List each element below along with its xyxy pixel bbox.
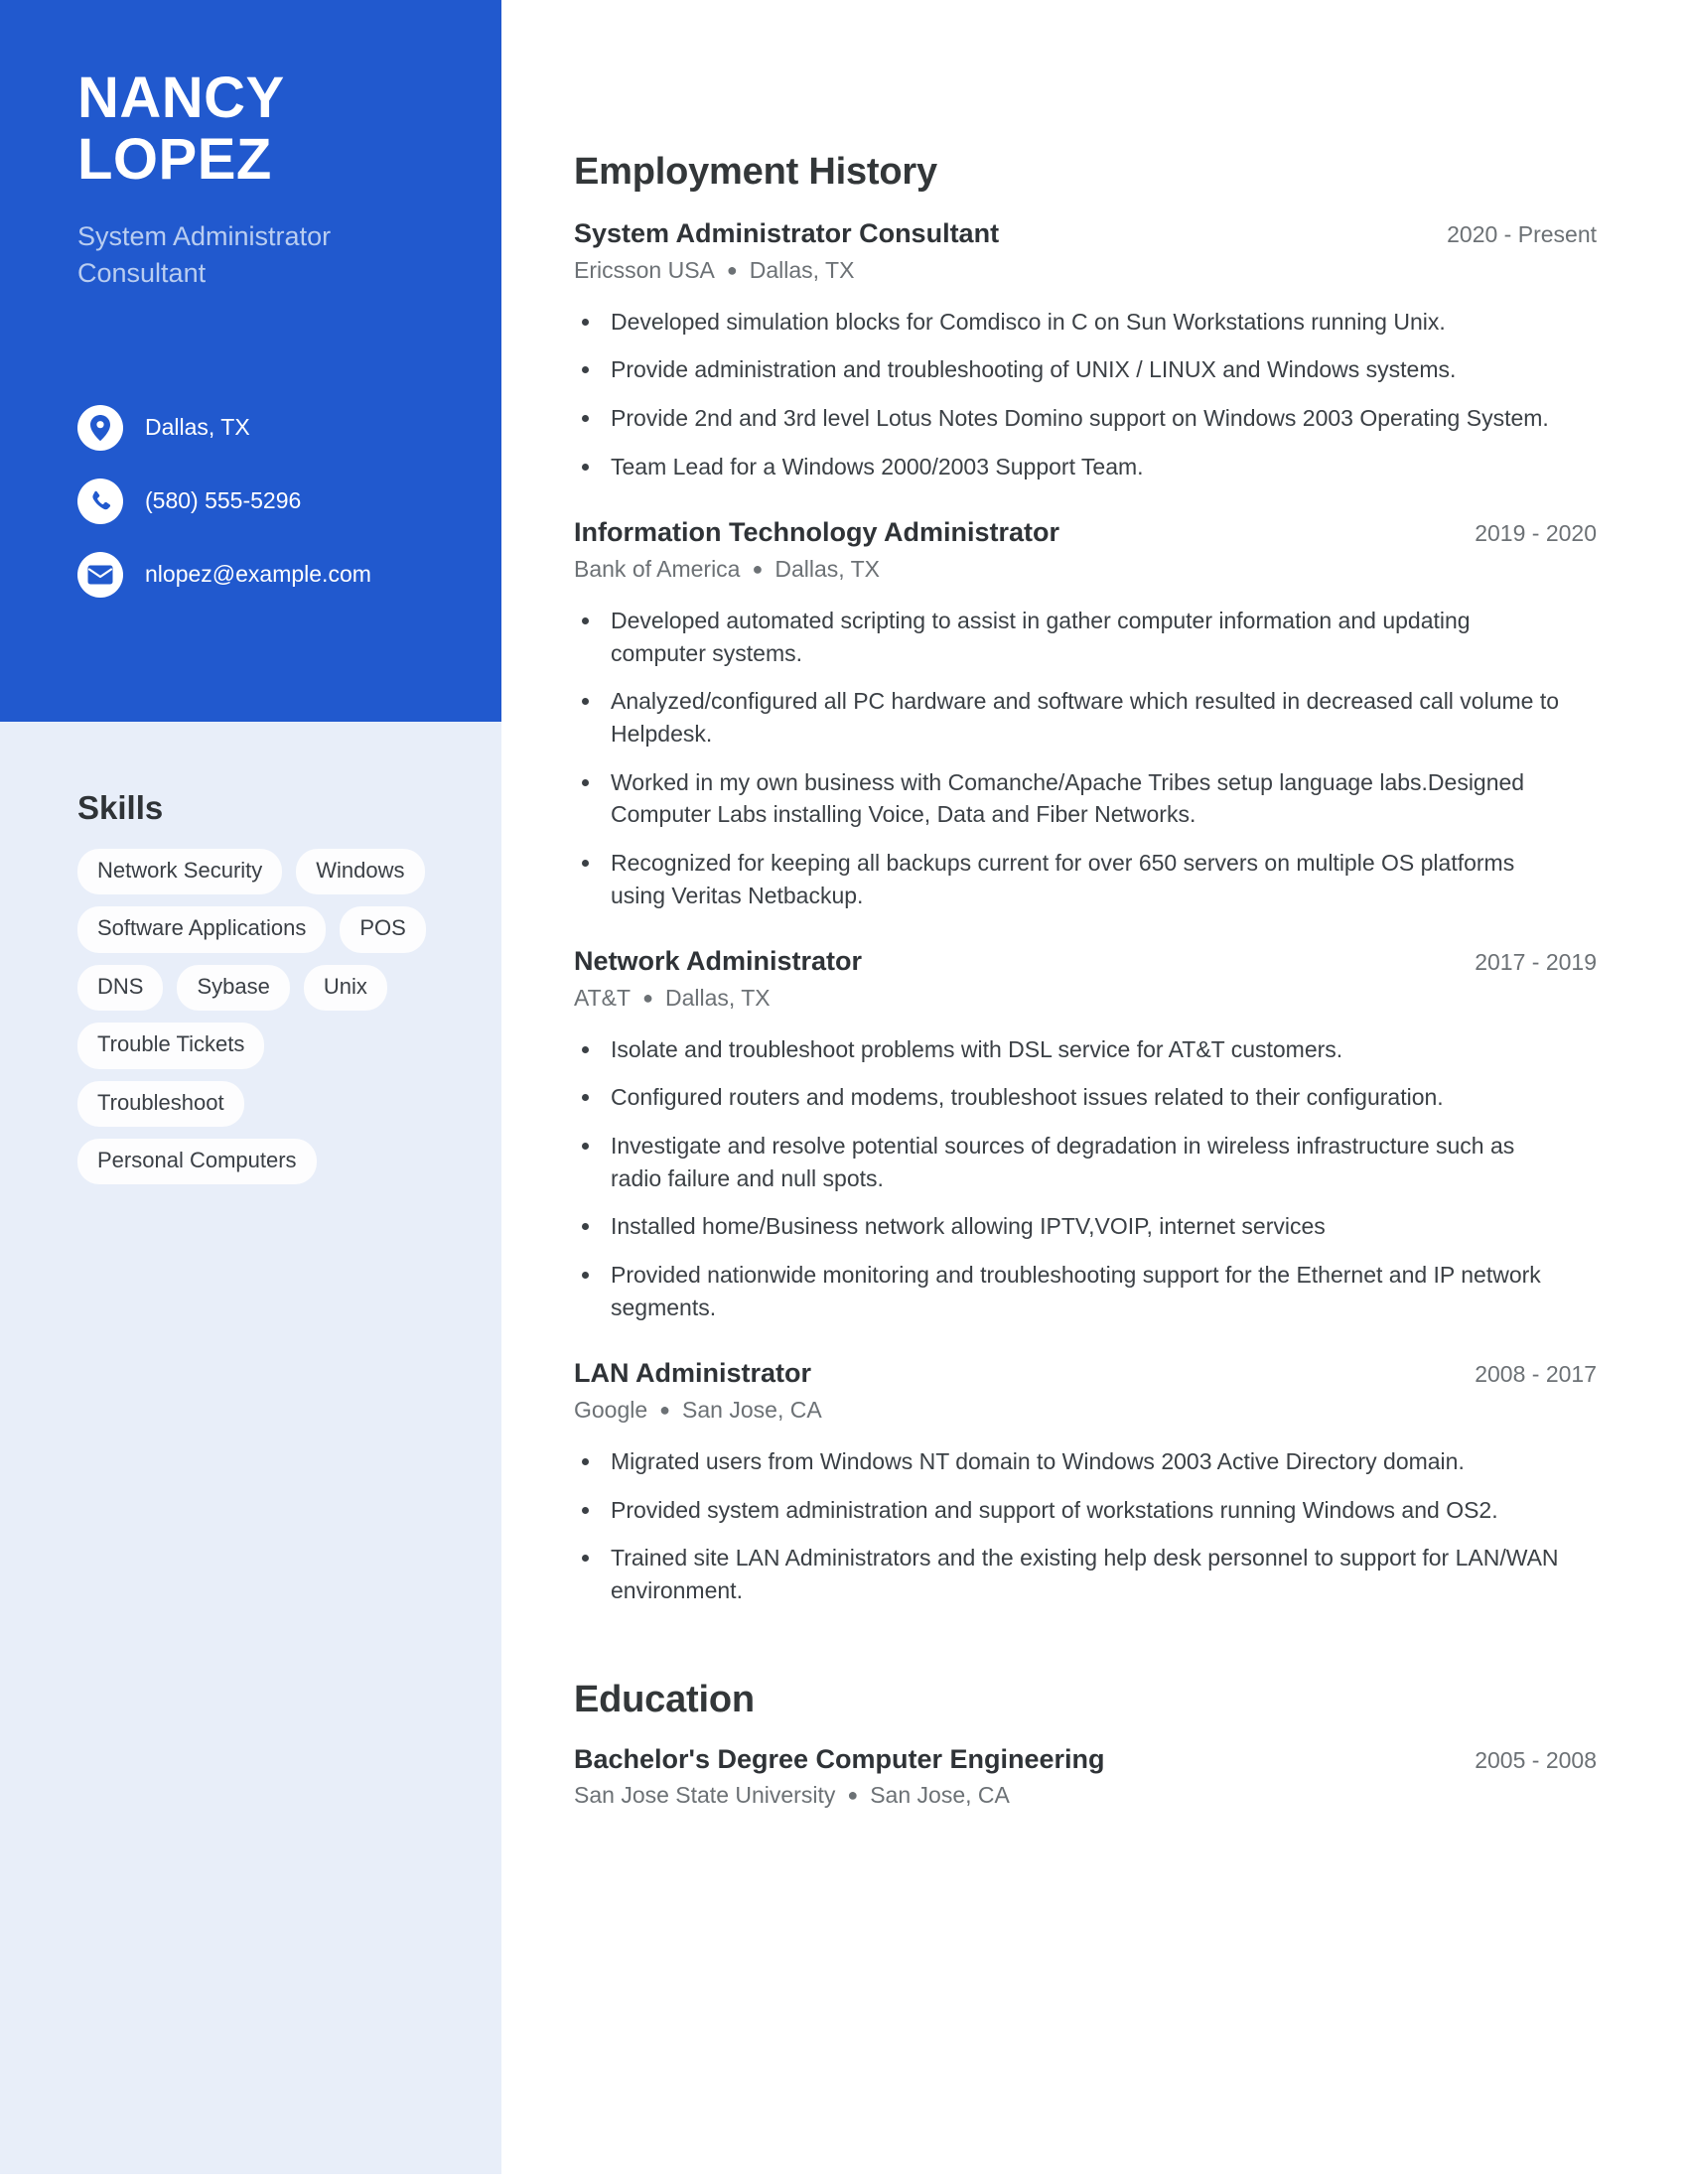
- skill-pill: Unix: [303, 964, 387, 1012]
- entry-bullet: Developed automated scripting to assist …: [574, 605, 1567, 669]
- skill-pill: Software Applications: [77, 906, 327, 953]
- entry-bullet: Developed simulation blocks for Comdisco…: [574, 306, 1567, 339]
- entry-bullet: Worked in my own business with Comanche/…: [574, 766, 1567, 831]
- skill-pill: Windows: [296, 849, 425, 895]
- entry-bullet: Analyzed/configured all PC hardware and …: [574, 685, 1567, 750]
- entry-date-range: 2019 - 2020: [1475, 520, 1597, 547]
- entry-header: LAN Administrator 2008 - 2017: [574, 1357, 1597, 1391]
- contact-list: Dallas, TX (580) 555-5296 nlopez@example…: [77, 405, 475, 625]
- contact-item-phone: (580) 555-5296: [77, 478, 475, 524]
- skill-pill: Network Security: [77, 849, 283, 895]
- education-heading: Education: [574, 1678, 755, 1720]
- entry-bullet: Installed home/Business network allowing…: [574, 1210, 1567, 1243]
- entry-bullet-list: Developed automated scripting to assist …: [574, 605, 1597, 911]
- entry-company: Google: [574, 1397, 648, 1424]
- skills-pill-list: Network Security Windows Software Applicat…: [77, 849, 435, 1185]
- entry-company-location: Ericsson USA ● Dallas, TX: [574, 256, 1597, 286]
- entry-location: Dallas, TX: [774, 556, 881, 583]
- entry-bullet: Configured routers and modems, troublesh…: [574, 1081, 1567, 1114]
- entry-location: San Jose, CA: [682, 1397, 822, 1424]
- entry-bullet-list: Isolate and troubleshoot problems with D…: [574, 1033, 1597, 1324]
- employment-entry-list: System Administrator Consultant 2020 - Pr…: [574, 217, 1597, 1607]
- entry-header: Bachelor's Degree Computer Engineering 20…: [574, 1743, 1597, 1777]
- entry-bullet-list: Migrated users from Windows NT domain to…: [574, 1445, 1597, 1607]
- entry-header: Information Technology Administrator 2019…: [574, 516, 1597, 550]
- main-content: Employment History System Administrator …: [574, 0, 1597, 1817]
- entry-bullet: Recognized for keeping all backups curre…: [574, 847, 1567, 911]
- entry-bullet-list: Developed simulation blocks for Comdisco…: [574, 306, 1597, 483]
- entry-company-location: San Jose State University ● San Jose, CA: [574, 1781, 1597, 1811]
- entry-bullet: Provided system administration and suppo…: [574, 1494, 1567, 1527]
- contact-item-location: Dallas, TX: [77, 405, 475, 451]
- skill-pill: Trouble Tickets: [77, 1023, 265, 1069]
- entry-bullet: Team Lead for a Windows 2000/2003 Suppor…: [574, 451, 1567, 483]
- contact-item-email: nlopez@example.com: [77, 552, 475, 598]
- entry-company: AT&T: [574, 984, 632, 1011]
- entry-location: Dallas, TX: [664, 984, 771, 1011]
- employment-history-heading: Employment History: [574, 151, 937, 193]
- entry-company: Ericsson USA: [574, 256, 715, 283]
- entry-company-location: Bank of America ● Dallas, TX: [574, 555, 1597, 585]
- entry-company-location: Google ● San Jose, CA: [574, 1396, 1597, 1426]
- entry-role-title: Bachelor's Degree Computer Engineering: [574, 1743, 1105, 1774]
- entry-bullet: Migrated users from Windows NT domain to…: [574, 1445, 1567, 1478]
- entry-bullet: Trained site LAN Administrators and the …: [574, 1542, 1567, 1606]
- sidebar: NANCY LOPEZ System Administrator Consult…: [0, 0, 501, 2174]
- candidate-name: NANCY LOPEZ: [77, 66, 446, 193]
- entry-date-range: 2017 - 2019: [1475, 949, 1597, 976]
- entry-role-title: System Administrator Consultant: [574, 218, 1000, 248]
- phone-icon: [77, 478, 123, 524]
- envelope-icon: [77, 552, 123, 598]
- education-entry: Bachelor's Degree Computer Engineering 20…: [574, 1743, 1597, 1812]
- entry-role-title: Information Technology Administrator: [574, 517, 1060, 548]
- separator-dot-icon: ●: [642, 987, 653, 1008]
- contact-location-text: Dallas, TX: [145, 414, 250, 441]
- entry-date-range: 2020 - Present: [1447, 221, 1597, 247]
- entry-bullet: Isolate and troubleshoot problems with D…: [574, 1033, 1567, 1066]
- experience-entry: Network Administrator 2017 - 2019 AT&T ● Dal…: [574, 945, 1597, 1323]
- entry-location: Dallas, TX: [749, 256, 855, 283]
- separator-dot-icon: ●: [752, 559, 764, 580]
- resume-page: NANCY LOPEZ System Administrator Consult…: [0, 0, 1688, 2184]
- entry-header: Network Administrator 2017 - 2019: [574, 945, 1597, 979]
- separator-dot-icon: ●: [659, 1400, 671, 1421]
- skills-section: Skills Network Security Windows Software A…: [77, 789, 435, 1185]
- skill-pill: Troubleshoot: [77, 1080, 244, 1127]
- entry-company-location: AT&T ● Dallas, TX: [574, 984, 1597, 1014]
- entry-location: San Jose, CA: [870, 1782, 1010, 1809]
- experience-entry: Information Technology Administrator 2019…: [574, 516, 1597, 911]
- experience-entry: System Administrator Consultant 2020 - Pr…: [574, 217, 1597, 482]
- candidate-headline: System Administrator Consultant: [77, 221, 332, 288]
- entry-bullet: Provide 2nd and 3rd level Lotus Notes Do…: [574, 402, 1567, 435]
- entry-role-title: Network Administrator: [574, 946, 863, 977]
- skill-pill: POS: [340, 906, 426, 953]
- education-entry-list: Bachelor's Degree Computer Engineering 20…: [574, 1743, 1597, 1812]
- contact-email-text: nlopez@example.com: [145, 561, 371, 588]
- entry-date-range: 2008 - 2017: [1475, 1361, 1597, 1388]
- skill-pill: Sybase: [177, 964, 290, 1012]
- skills-heading: Skills: [77, 789, 164, 826]
- separator-dot-icon: ●: [847, 1785, 859, 1806]
- entry-company: San Jose State University: [574, 1782, 836, 1809]
- entry-bullet: Provided nationwide monitoring and troub…: [574, 1259, 1567, 1323]
- entry-date-range: 2005 - 2008: [1475, 1746, 1597, 1773]
- entry-header: System Administrator Consultant 2020 - Pr…: [574, 217, 1597, 251]
- contact-phone-text: (580) 555-5296: [145, 487, 302, 514]
- entry-bullet: Investigate and resolve potential source…: [574, 1130, 1567, 1194]
- entry-role-title: LAN Administrator: [574, 1358, 812, 1389]
- entry-company: Bank of America: [574, 556, 741, 583]
- experience-entry: LAN Administrator 2008 - 2017 Google ● San J…: [574, 1357, 1597, 1606]
- first-name: NANCY: [77, 66, 285, 130]
- skill-pill: DNS: [77, 964, 164, 1012]
- last-name: LOPEZ: [77, 127, 272, 193]
- separator-dot-icon: ●: [726, 259, 738, 280]
- entry-bullet: Provide administration and troubleshooti…: [574, 353, 1567, 386]
- skill-pill: Personal Computers: [77, 1138, 317, 1185]
- location-pin-icon: [77, 405, 123, 451]
